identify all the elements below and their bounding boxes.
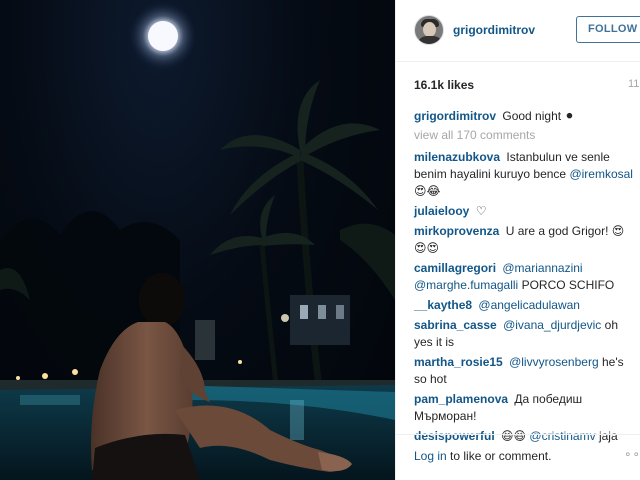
follow-button[interactable]: FOLLOW	[576, 16, 640, 43]
avatar-face	[423, 22, 436, 37]
post-username[interactable]: grigordimitrov	[453, 23, 535, 37]
person-head	[139, 273, 185, 327]
view-all-comments-link[interactable]: view all 170 comments	[414, 128, 636, 142]
night-scene-illustration	[0, 2, 395, 480]
comment-after: 😍😂	[414, 184, 441, 198]
comment-item: mirkoprovenza U are a god Grigor! 😍😍😍	[414, 223, 636, 257]
comment-item: julaielooy ♡	[414, 203, 636, 220]
comment-item: sabrina_casse @ivana_djurdjevic oh yes i…	[414, 317, 636, 351]
post-meta: 16.1k likes 11h	[414, 78, 640, 94]
comment-username[interactable]: julaielooy	[414, 204, 469, 218]
caption-text: Good night	[502, 109, 562, 123]
login-prompt-text: to like or comment.	[450, 449, 552, 463]
comment-text: ♡	[475, 204, 487, 218]
more-options-icon[interactable]: ∘∘	[624, 447, 640, 461]
likes-count[interactable]: 16.1k likes	[414, 78, 474, 92]
avatar-body	[417, 36, 443, 44]
login-link[interactable]: Log in	[414, 449, 447, 463]
comment-username[interactable]: sabrina_casse	[414, 318, 497, 332]
comments-list: grigordimitrov Good night ⚫ view all 170…	[414, 108, 636, 448]
moon	[148, 21, 178, 51]
comment-item: camillagregori @mariannazini @marghe.fum…	[414, 260, 636, 294]
caption: grigordimitrov Good night ⚫	[414, 108, 636, 125]
post-photo	[0, 0, 395, 480]
comment-mention[interactable]: @ivana_djurdjevic	[503, 318, 601, 332]
comment-username[interactable]: milenazubkova	[414, 150, 500, 164]
login-prompt: Log in to like or comment.	[414, 449, 551, 463]
comment-after: PORCO SCHIFO	[521, 278, 615, 292]
caption-username[interactable]: grigordimitrov	[414, 109, 496, 123]
comment-item: martha_rosie15 @livvyrosenberg he's so h…	[414, 354, 636, 388]
comment-mention[interactable]: @iremkosal	[569, 167, 633, 181]
comment-item: __kaythe8 @angelicadulawan	[414, 297, 636, 314]
comment-mention[interactable]: @livvyrosenberg	[509, 355, 599, 369]
comment-item: milenazubkova Istanbulun ve senle benim …	[414, 149, 636, 200]
post-time[interactable]: 11h	[628, 78, 640, 90]
comment-username[interactable]: mirkoprovenza	[414, 224, 499, 238]
comment-username[interactable]: pam_plamenova	[414, 392, 508, 406]
comment-username[interactable]: __kaythe8	[414, 298, 472, 312]
post-header: grigordimitrov FOLLOW	[396, 0, 640, 62]
comment-mention[interactable]: @angelicadulawan	[478, 298, 580, 312]
comment-username[interactable]: camillagregori	[414, 261, 496, 275]
post-footer: Log in to like or comment. ∘∘	[396, 434, 640, 480]
avatar[interactable]	[414, 15, 444, 45]
comment-username[interactable]: martha_rosie15	[414, 355, 503, 369]
caption-emoji: ⚫	[564, 109, 575, 123]
post-side-panel: grigordimitrov FOLLOW 16.1k likes 11h gr…	[395, 0, 640, 480]
comment-item: pam_plamenova Да победиш Мърморан!	[414, 391, 636, 425]
